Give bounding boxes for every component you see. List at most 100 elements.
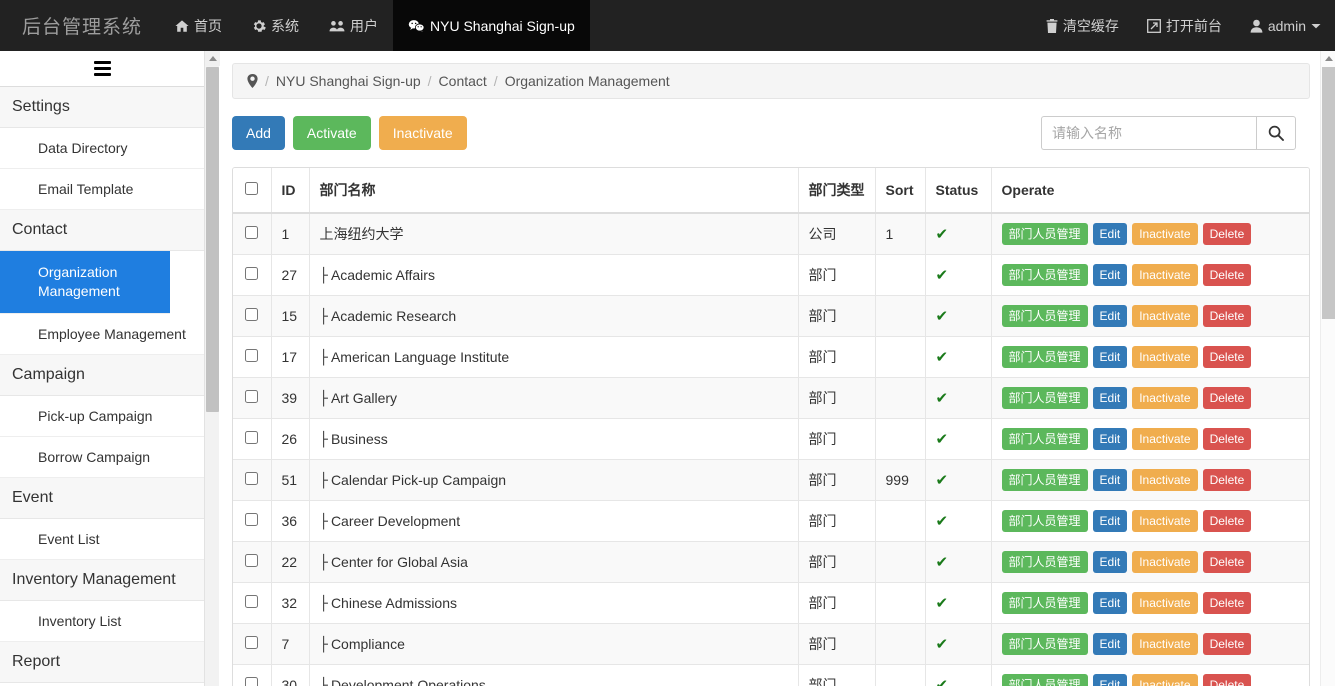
- edit-button[interactable]: Edit: [1092, 264, 1128, 286]
- search-button[interactable]: [1256, 116, 1296, 150]
- row-checkbox[interactable]: [245, 308, 259, 321]
- row-checkbox[interactable]: [245, 472, 259, 485]
- inactivate-row-button[interactable]: Inactivate: [1132, 346, 1198, 368]
- nav-item-home[interactable]: 首页: [160, 0, 237, 51]
- scroll-up-arrow-icon[interactable]: [205, 51, 220, 66]
- sidebar-item-pick-up-campaign[interactable]: Pick-up Campaign: [0, 395, 204, 437]
- sidebar-group-event[interactable]: Event: [0, 477, 204, 519]
- inactivate-row-button[interactable]: Inactivate: [1132, 674, 1198, 686]
- sidebar-group-inventory-management[interactable]: Inventory Management: [0, 559, 204, 601]
- page-scrollbar-thumb[interactable]: [1322, 67, 1335, 319]
- delete-button[interactable]: Delete: [1202, 674, 1252, 686]
- edit-button[interactable]: Edit: [1092, 551, 1128, 573]
- table-row[interactable]: 22 ├ Center for Global Asia 部门 ✔ 部门人员管理 Edit In…: [233, 541, 1309, 583]
- table-row[interactable]: 39 ├ Art Gallery 部门 ✔ 部门人员管理 Edit Inactivate Del…: [233, 377, 1309, 419]
- page-scroll-up-arrow-icon[interactable]: [1321, 51, 1335, 66]
- inactivate-row-button[interactable]: Inactivate: [1132, 305, 1198, 327]
- row-checkbox[interactable]: [245, 431, 259, 444]
- delete-button[interactable]: Delete: [1202, 264, 1252, 286]
- sidebar-group-settings[interactable]: Settings: [0, 87, 204, 128]
- th-name[interactable]: 部门名称: [309, 168, 799, 214]
- edit-button[interactable]: Edit: [1092, 633, 1128, 655]
- staff-management-button[interactable]: 部门人员管理: [1001, 633, 1088, 655]
- staff-management-button[interactable]: 部门人员管理: [1001, 674, 1088, 686]
- edit-button[interactable]: Edit: [1092, 305, 1128, 327]
- edit-button[interactable]: Edit: [1092, 592, 1128, 614]
- staff-management-button[interactable]: 部门人员管理: [1001, 469, 1088, 491]
- inactivate-row-button[interactable]: Inactivate: [1132, 264, 1198, 286]
- sidebar-item-employee-management[interactable]: Employee Management: [0, 313, 204, 355]
- delete-button[interactable]: Delete: [1202, 592, 1252, 614]
- breadcrumb-item-contact[interactable]: Contact: [439, 73, 487, 89]
- th-status[interactable]: Status: [925, 168, 992, 214]
- clear-cache-button[interactable]: 清空缓存: [1032, 0, 1133, 51]
- row-checkbox[interactable]: [245, 636, 259, 649]
- sidebar-item-borrow-campaign[interactable]: Borrow Campaign: [0, 436, 204, 478]
- page-scrollbar[interactable]: [1320, 51, 1335, 686]
- sidebar-item-inventory-list[interactable]: Inventory List: [0, 600, 204, 642]
- edit-button[interactable]: Edit: [1092, 674, 1128, 686]
- edit-button[interactable]: Edit: [1092, 387, 1128, 409]
- table-row[interactable]: 27 ├ Academic Affairs 部门 ✔ 部门人员管理 Edit Inactiva…: [233, 254, 1309, 296]
- inactivate-row-button[interactable]: Inactivate: [1132, 633, 1198, 655]
- th-type[interactable]: 部门类型: [798, 168, 876, 214]
- sidebar-toggle-button[interactable]: [0, 51, 204, 87]
- table-row[interactable]: 7 ├ Compliance 部门 ✔ 部门人员管理 Edit Inactivate Delet…: [233, 623, 1309, 665]
- delete-button[interactable]: Delete: [1202, 428, 1252, 450]
- delete-button[interactable]: Delete: [1202, 633, 1252, 655]
- sidebar-group-contact[interactable]: Contact: [0, 210, 204, 251]
- search-input[interactable]: [1041, 116, 1256, 150]
- user-menu[interactable]: admin: [1236, 0, 1335, 51]
- table-row[interactable]: 26 ├ Business 部门 ✔ 部门人员管理 Edit Inactivate Delete: [233, 418, 1309, 460]
- edit-button[interactable]: Edit: [1092, 469, 1128, 491]
- row-checkbox[interactable]: [245, 595, 259, 608]
- table-row[interactable]: 36 ├ Career Development 部门 ✔ 部门人员管理 Edit Inacti…: [233, 500, 1309, 542]
- delete-button[interactable]: Delete: [1202, 305, 1252, 327]
- inactivate-row-button[interactable]: Inactivate: [1132, 510, 1198, 532]
- row-checkbox[interactable]: [245, 226, 259, 239]
- delete-button[interactable]: Delete: [1202, 469, 1252, 491]
- open-frontend-button[interactable]: 打开前台: [1133, 0, 1236, 51]
- staff-management-button[interactable]: 部门人员管理: [1001, 551, 1088, 573]
- delete-button[interactable]: Delete: [1202, 551, 1252, 573]
- staff-management-button[interactable]: 部门人员管理: [1001, 305, 1088, 327]
- edit-button[interactable]: Edit: [1092, 428, 1128, 450]
- staff-management-button[interactable]: 部门人员管理: [1001, 346, 1088, 368]
- table-row[interactable]: 51 ├ Calendar Pick-up Campaign 部门 999 ✔ 部门人员管理…: [233, 459, 1309, 501]
- delete-button[interactable]: Delete: [1202, 223, 1252, 245]
- inactivate-row-button[interactable]: Inactivate: [1132, 223, 1198, 245]
- th-sort[interactable]: Sort: [875, 168, 926, 214]
- edit-button[interactable]: Edit: [1092, 223, 1128, 245]
- nav-item-system[interactable]: 系统: [237, 0, 314, 51]
- inactivate-button[interactable]: Inactivate: [378, 116, 467, 150]
- delete-button[interactable]: Delete: [1202, 346, 1252, 368]
- delete-button[interactable]: Delete: [1202, 387, 1252, 409]
- sidebar-item-event-list[interactable]: Event List: [0, 518, 204, 560]
- staff-management-button[interactable]: 部门人员管理: [1001, 264, 1088, 286]
- add-button[interactable]: Add: [232, 116, 285, 150]
- inactivate-row-button[interactable]: Inactivate: [1132, 387, 1198, 409]
- table-row[interactable]: 32 ├ Chinese Admissions 部门 ✔ 部门人员管理 Edit Inacti…: [233, 582, 1309, 624]
- delete-button[interactable]: Delete: [1202, 510, 1252, 532]
- table-row[interactable]: 30 ├ Development Operations 部门 ✔ 部门人员管理 Edit In…: [233, 664, 1309, 686]
- sidebar-scrollbar-thumb[interactable]: [206, 67, 219, 412]
- breadcrumb-item-nyu-shanghai-sign-up[interactable]: NYU Shanghai Sign-up: [276, 73, 421, 89]
- nav-item-nyu-shanghai-sign-up[interactable]: NYU Shanghai Sign-up: [393, 0, 590, 51]
- row-checkbox[interactable]: [245, 349, 259, 362]
- table-row[interactable]: 1 上海纽约大学 公司 1 ✔ 部门人员管理 Edit Inactivate Delete: [233, 212, 1309, 255]
- staff-management-button[interactable]: 部门人员管理: [1001, 223, 1088, 245]
- staff-management-button[interactable]: 部门人员管理: [1001, 592, 1088, 614]
- inactivate-row-button[interactable]: Inactivate: [1132, 428, 1198, 450]
- staff-management-button[interactable]: 部门人员管理: [1001, 510, 1088, 532]
- row-checkbox[interactable]: [245, 554, 259, 567]
- sidebar-group-campaign[interactable]: Campaign: [0, 354, 204, 396]
- sidebar-group-report[interactable]: Report: [0, 641, 204, 683]
- activate-button[interactable]: Activate: [292, 116, 371, 150]
- sidebar-item-organization-management[interactable]: Organization Management: [0, 251, 170, 314]
- row-checkbox[interactable]: [245, 513, 259, 526]
- row-checkbox[interactable]: [245, 267, 259, 280]
- nav-item-users[interactable]: 用户: [314, 0, 393, 51]
- sidebar-scrollbar[interactable]: [204, 51, 220, 686]
- edit-button[interactable]: Edit: [1092, 346, 1128, 368]
- staff-management-button[interactable]: 部门人员管理: [1001, 428, 1088, 450]
